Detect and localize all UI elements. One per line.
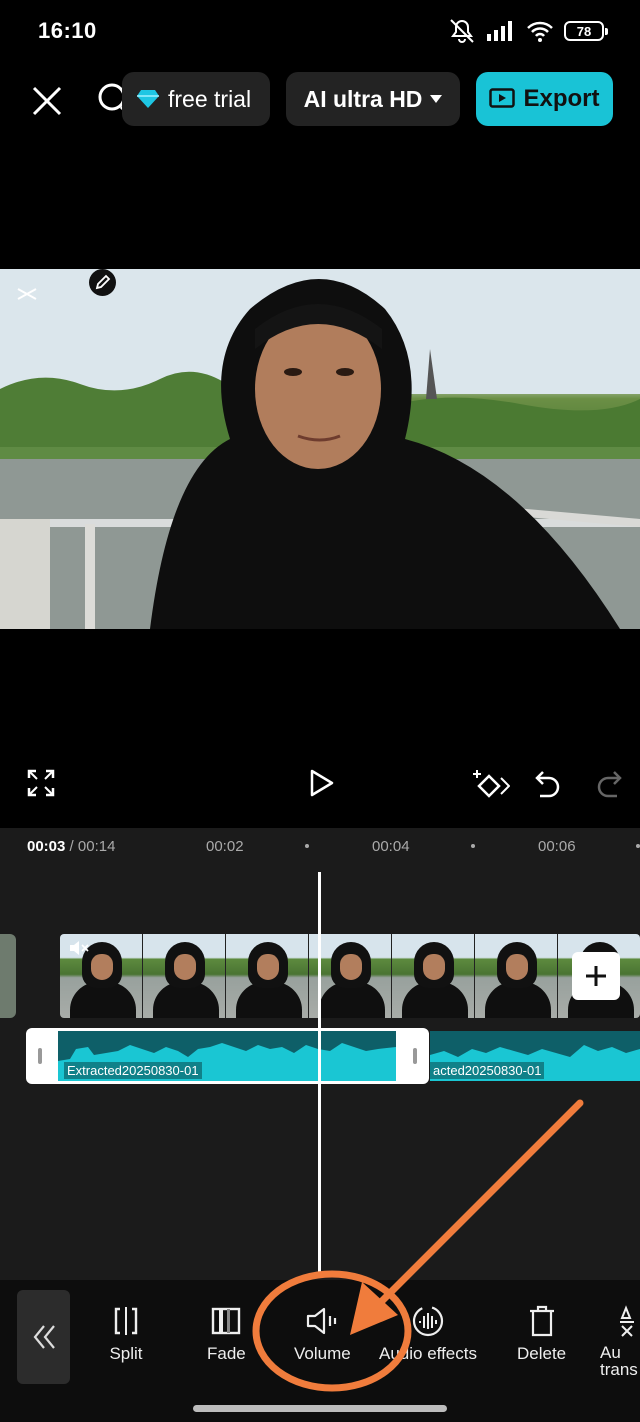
tool-label: Delete	[517, 1344, 567, 1363]
play-icon	[310, 769, 334, 797]
mute-icon	[450, 19, 474, 43]
volume-icon	[307, 1307, 337, 1335]
battery-icon: 78	[564, 21, 608, 41]
edit-icon-button[interactable]	[89, 269, 116, 296]
fullscreen-icon	[27, 769, 55, 797]
total-time: 00:14	[77, 838, 116, 855]
export-button[interactable]: Export	[476, 72, 613, 126]
add-clip-button[interactable]	[572, 952, 620, 1000]
translate-icon	[620, 1305, 634, 1337]
tool-label-line2: trans	[600, 1360, 638, 1379]
clip-thumbnail	[392, 934, 475, 1018]
resolution-label: AI ultra HD	[303, 85, 423, 112]
audio-clip-label: acted20250830-01	[430, 1062, 545, 1079]
tool-label: Audio effects	[379, 1344, 477, 1363]
ruler-dot	[636, 844, 640, 848]
bottom-toolbar: Split Fade Volume Audio effects Delete A…	[0, 1280, 640, 1422]
redo-icon	[597, 771, 622, 798]
volume-tool[interactable]: Volume	[294, 1304, 351, 1364]
audio-translate-tool[interactable]: Au trans	[600, 1304, 638, 1378]
home-indicator[interactable]	[193, 1405, 447, 1412]
keyframe-icon	[473, 770, 511, 798]
audio-waveform: Extracted20250830-01	[58, 1031, 396, 1081]
watermark-icon	[17, 288, 37, 300]
export-icon	[489, 88, 516, 108]
export-label: Export	[523, 85, 600, 112]
close-icon	[32, 86, 62, 116]
audio-clip-label: Extracted20250830-01	[64, 1062, 202, 1079]
split-icon	[114, 1307, 138, 1335]
video-clip-track[interactable]	[60, 934, 640, 1018]
keyframe-button[interactable]	[472, 770, 511, 807]
free-trial-button[interactable]: free trial	[122, 72, 270, 126]
undo-button[interactable]	[535, 768, 561, 803]
clip-thumbnail	[475, 934, 558, 1018]
trash-icon	[529, 1305, 554, 1337]
ruler-tick: 00:04	[372, 838, 410, 855]
video-preview[interactable]	[0, 269, 640, 629]
ruler-tick: 00:02	[206, 838, 244, 855]
clip-thumbnail	[143, 934, 226, 1018]
delete-tool[interactable]: Delete	[517, 1304, 566, 1364]
timeline-panel[interactable]: 00:03 / 00:14 00:02 00:04 00:06 Extracte…	[0, 828, 640, 1280]
resolution-dropdown[interactable]: AI ultra HD	[286, 72, 460, 126]
undo-icon	[535, 771, 560, 798]
redo-button[interactable]	[596, 768, 622, 803]
time-readout: 00:03 / 00:14	[27, 838, 115, 855]
fade-tool[interactable]: Fade	[207, 1304, 246, 1364]
split-tool[interactable]: Split	[109, 1304, 143, 1364]
clip-thumbnail	[226, 934, 309, 1018]
signal-icon	[487, 21, 512, 41]
status-icons: 78	[448, 16, 608, 46]
playhead[interactable]	[318, 872, 321, 1276]
trim-handle-left[interactable]	[38, 1048, 42, 1064]
time-separator: /	[69, 838, 74, 855]
audio-clip-selected[interactable]: Extracted20250830-01	[26, 1028, 429, 1084]
wifi-icon	[527, 21, 553, 42]
free-trial-label: free trial	[168, 85, 252, 112]
trim-handle-right[interactable]	[413, 1048, 417, 1064]
collapse-toolbar-button[interactable]	[17, 1290, 70, 1384]
double-chevron-left-icon	[33, 1325, 55, 1349]
previous-clip-edge[interactable]	[0, 934, 16, 1018]
fade-icon	[212, 1307, 241, 1335]
close-button[interactable]	[28, 82, 66, 120]
muted-clip-icon	[70, 941, 89, 955]
pencil-icon	[95, 274, 111, 290]
current-time: 00:03	[27, 838, 66, 855]
fullscreen-button[interactable]	[26, 768, 56, 803]
play-button[interactable]	[306, 768, 336, 803]
ruler-dot	[305, 844, 309, 848]
ruler-tick: 00:06	[538, 838, 576, 855]
audio-effects-tool[interactable]: Audio effects	[379, 1304, 477, 1364]
battery-level: 78	[576, 23, 592, 39]
caret-down-icon	[430, 95, 443, 103]
clip-thumbnail	[309, 934, 392, 1018]
audio-clip[interactable]: acted20250830-01	[430, 1031, 640, 1081]
ruler-dot	[471, 844, 475, 848]
clip-thumbnail	[60, 934, 143, 1018]
tool-label: Volume	[294, 1344, 351, 1363]
status-time: 16:10	[38, 18, 97, 43]
audio-effects-icon	[412, 1305, 444, 1337]
plus-icon	[586, 966, 606, 986]
diamond-icon	[137, 90, 159, 108]
video-frame-image	[0, 269, 640, 629]
tool-label: Fade	[207, 1344, 246, 1363]
tool-label: Split	[109, 1344, 143, 1363]
